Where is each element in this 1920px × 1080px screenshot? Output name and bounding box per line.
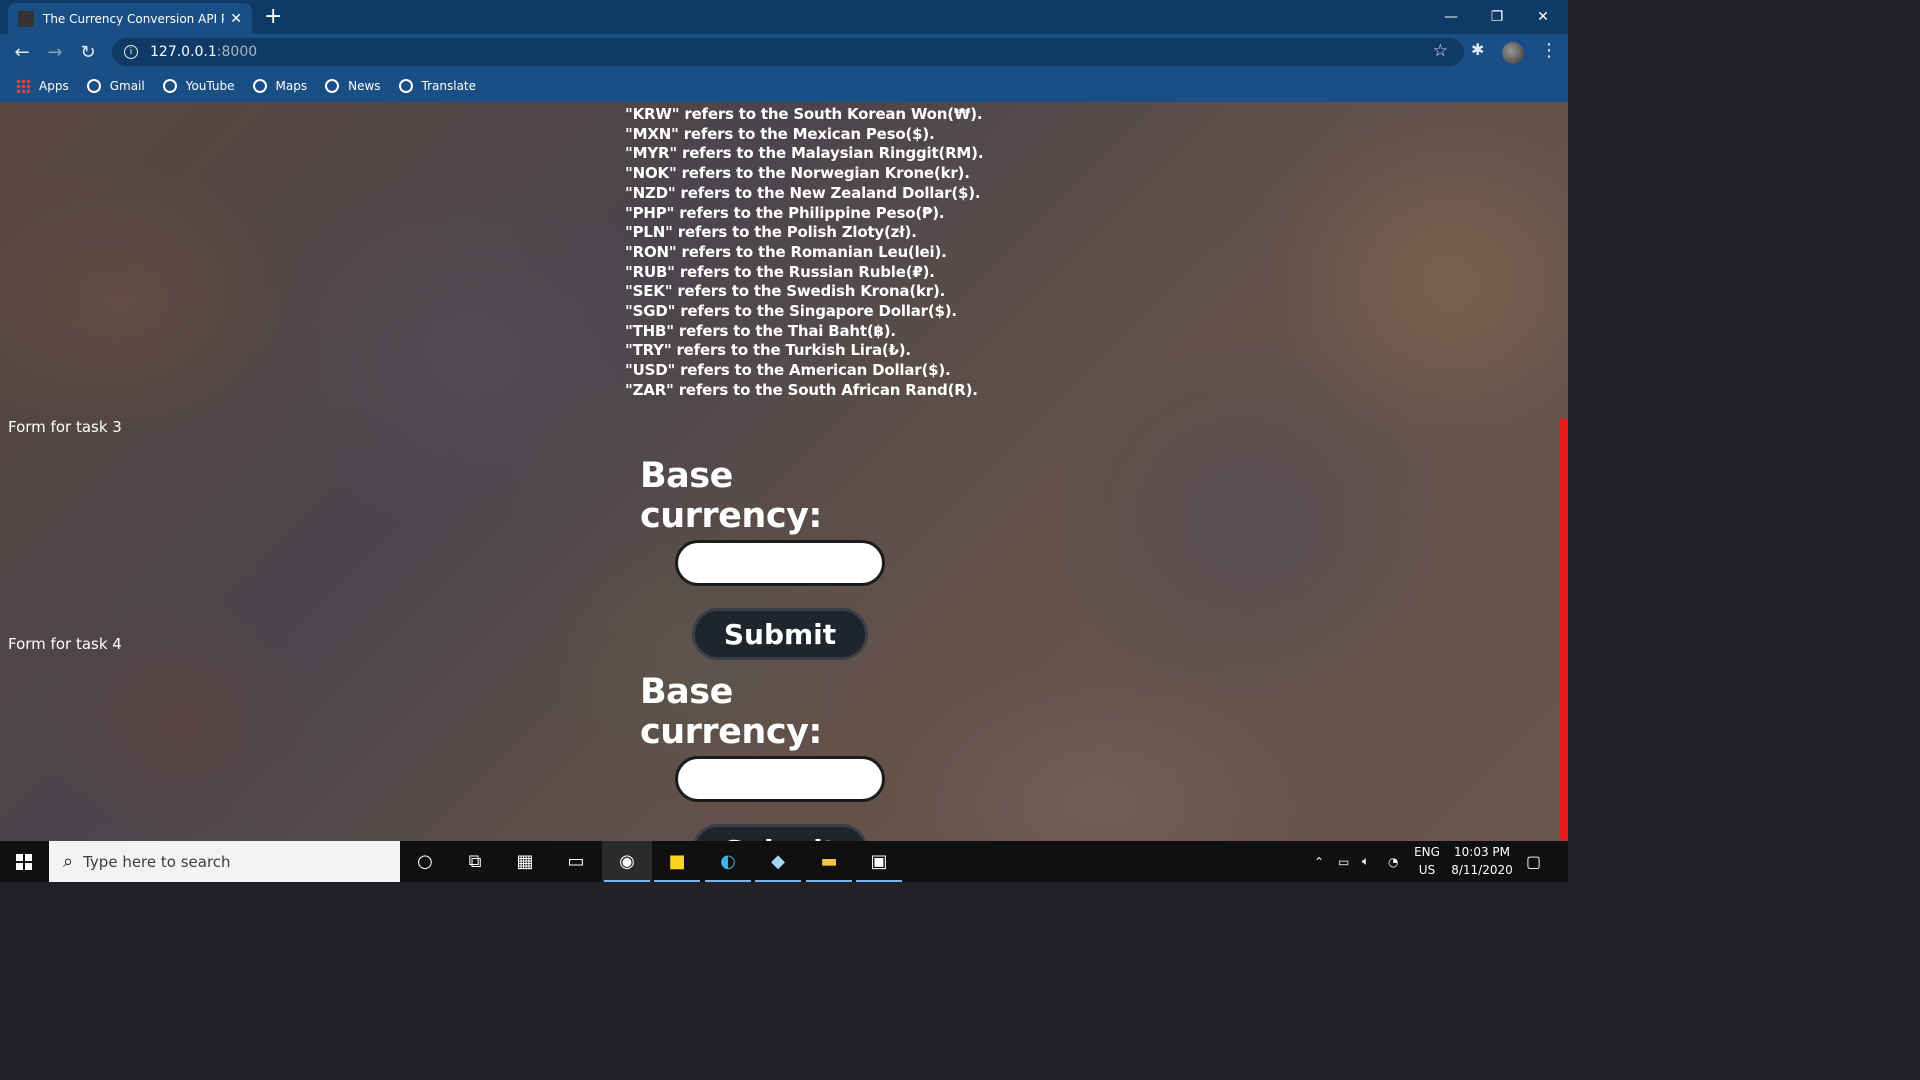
cortana-icon[interactable]: ○ [400, 841, 450, 882]
extensions-puzzle-icon[interactable]: ✱ [1471, 40, 1484, 59]
base-currency-label: Base currency: [640, 672, 822, 752]
submit-button-task4[interactable]: Submit [692, 824, 868, 841]
list-item: "TRY" refers to the Turkish Lira(₺). [625, 341, 911, 360]
page-viewport: "KRW" refers to the South Korean Won(₩).… [0, 102, 1568, 841]
search-placeholder: Type here to search [83, 852, 231, 871]
globe-icon [398, 79, 413, 93]
search-icon: ⌕ [63, 851, 74, 872]
list-item: "THB" refers to the Thai Baht(฿). [625, 321, 896, 340]
bookmark-translate[interactable]: Translate [398, 79, 477, 93]
taskbar-search[interactable]: ⌕ Type here to search [49, 841, 400, 882]
task4-form: Base currency: Submit [640, 672, 920, 841]
task4-label: Form for task 4 [8, 635, 122, 653]
sticky-notes-icon[interactable]: ■ [652, 841, 702, 882]
language-indicator[interactable]: ENG US [1410, 843, 1444, 879]
region-code: US [1418, 863, 1436, 877]
list-item: "MYR" refers to the Malaysian Ringgit(RM… [625, 144, 984, 163]
terminal-icon[interactable]: ▣ [854, 841, 904, 882]
browser-tab[interactable]: The Currency Conversion API Pro ✕ [8, 3, 252, 34]
taskbar: ⌕ Type here to search ○ ⧉ ▦ ▭ ◉ ■ ◐ ◆ ▬ … [0, 841, 1568, 882]
apps-grid-icon [16, 79, 30, 93]
globe-icon [252, 79, 267, 93]
bookmark-label: Gmail [109, 79, 145, 93]
list-item: "SGD" refers to the Singapore Dollar($). [625, 302, 957, 321]
bookmark-label: Apps [39, 79, 69, 93]
list-item: "USD" refers to the American Dollar($). [625, 361, 951, 380]
start-button[interactable] [0, 841, 48, 882]
bookmark-news[interactable]: News [325, 79, 381, 93]
file-explorer-icon[interactable]: ▬ [804, 841, 854, 882]
tab-strip: The Currency Conversion API Pro ✕ + — ❐ … [0, 0, 1568, 34]
list-item: "SEK" refers to the Swedish Krona(kr). [625, 282, 946, 301]
bookmark-star-icon[interactable]: ☆ [1433, 41, 1448, 61]
edge-icon[interactable]: ◐ [703, 841, 753, 882]
bookmark-label: News [348, 79, 381, 93]
list-item: "PLN" refers to the Polish Zloty(zł). [625, 223, 917, 242]
battery-icon[interactable]: ▭ [1338, 841, 1349, 882]
window-close-button[interactable]: ✕ [1520, 0, 1566, 34]
globe-icon [325, 79, 340, 93]
store-icon[interactable]: ▦ [500, 841, 550, 882]
list-item: "RUB" refers to the Russian Ruble(₽). [625, 262, 935, 281]
bookmark-label: Maps [275, 79, 308, 93]
tray-chevron-icon[interactable]: ⌃ [1314, 841, 1324, 882]
browser-toolbar: ← → ↻ i 127.0.0.1:8000 ☆ [0, 34, 1568, 70]
profile-avatar[interactable] [1502, 42, 1524, 64]
list-item: "MXN" refers to the Mexican Peso($). [625, 124, 935, 143]
list-item: "PHP" refers to the Philippine Peso(₱). [625, 203, 945, 222]
language-code: ENG [1414, 845, 1440, 859]
tab-title: The Currency Conversion API Pro [43, 11, 225, 26]
list-item: "NOK" refers to the Norwegian Krone(kr). [625, 164, 970, 183]
system-clock[interactable]: 10:03 PM 8/11/2020 [1446, 843, 1518, 879]
bookmark-maps[interactable]: Maps [252, 79, 308, 93]
list-item: "RON" refers to the Romanian Leu(lei). [625, 242, 947, 261]
volume-icon[interactable]: 🔈︎ [1362, 841, 1369, 882]
scrollbar-thumb[interactable] [1560, 418, 1568, 841]
globe-icon [162, 79, 177, 93]
bookmark-label: YouTube [185, 79, 235, 93]
bookmarks-bar: Apps Gmail YouTube Maps News Translate [0, 70, 1568, 102]
tab-close-icon[interactable]: ✕ [230, 11, 242, 27]
bookmark-apps[interactable]: Apps [16, 79, 69, 93]
base-currency-input-task4[interactable] [675, 756, 885, 802]
chrome-icon[interactable]: ◉ [602, 841, 652, 882]
clock-time: 10:03 PM [1454, 845, 1510, 859]
windows-logo-icon [16, 853, 32, 870]
restore-button[interactable]: ❐ [1474, 0, 1520, 34]
minimize-button[interactable]: — [1428, 0, 1474, 34]
new-tab-button[interactable]: + [264, 4, 282, 30]
base-currency-label: Base currency: [640, 456, 822, 536]
list-item: "NZD" refers to the New Zealand Dollar($… [625, 183, 981, 202]
submit-button-task3[interactable]: Submit [692, 608, 868, 660]
task-view-icon[interactable]: ⧉ [450, 841, 500, 882]
url-host: 127.0.0.1 [150, 44, 217, 60]
clock-date: 8/11/2020 [1451, 863, 1513, 877]
currency-code-list: "KRW" refers to the South Korean Won(₩).… [625, 105, 984, 401]
app-icon-2[interactable]: ◆ [753, 841, 803, 882]
list-item: "KRW" refers to the South Korean Won(₩). [625, 105, 983, 123]
reload-icon[interactable]: ↻ [76, 40, 100, 64]
forward-arrow-icon[interactable]: → [43, 40, 67, 64]
task3-label: Form for task 3 [8, 418, 122, 436]
wifi-icon[interactable]: ◔ [1388, 841, 1398, 882]
bookmark-label: Translate [421, 79, 477, 93]
url-port: :8000 [216, 44, 258, 60]
address-bar[interactable]: i 127.0.0.1:8000 ☆ [112, 38, 1464, 66]
site-info-icon[interactable]: i [124, 45, 138, 59]
bookmark-youtube[interactable]: YouTube [162, 79, 235, 93]
globe-icon [86, 79, 101, 93]
notifications-icon[interactable]: ▢ [1526, 841, 1541, 882]
app-icon[interactable]: ▭ [551, 841, 601, 882]
base-currency-input-task3[interactable] [675, 540, 885, 586]
bookmark-gmail[interactable]: Gmail [86, 79, 145, 93]
menu-kebab-icon[interactable]: ⋮ [1540, 40, 1558, 61]
task3-form: Base currency: Submit [640, 456, 920, 660]
list-item: "ZAR" refers to the South African Rand(R… [625, 380, 978, 399]
favicon-icon [18, 10, 34, 27]
back-arrow-icon[interactable]: ← [10, 40, 34, 64]
